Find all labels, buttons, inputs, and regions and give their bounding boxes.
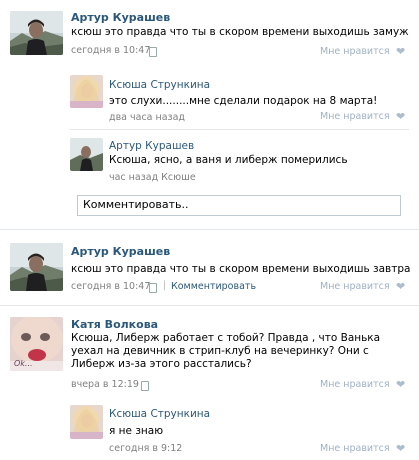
avatar-photo-icon (10, 243, 63, 291)
separator: | (163, 280, 167, 291)
avatar[interactable] (70, 75, 103, 108)
avatar[interactable] (70, 405, 103, 439)
attachment-icon[interactable] (141, 381, 149, 391)
reply-author[interactable]: Ксюша Стрункина (109, 408, 210, 420)
like-button[interactable]: Мне нравится (320, 443, 390, 454)
post-text: ксюш это правда что ты в скором времени … (71, 26, 409, 38)
reply-time[interactable]: сегодня в 9:12 (109, 443, 182, 454)
avatar[interactable] (70, 138, 103, 171)
comment-input[interactable]: Комментировать.. (77, 195, 401, 216)
post-time[interactable]: сегодня в 10:47 (71, 45, 150, 56)
heart-icon[interactable]: ❤ (396, 281, 410, 292)
like-button[interactable]: Мне нравится (320, 46, 390, 57)
attachment-icon[interactable] (149, 283, 157, 293)
reply-text: я не знаю (109, 425, 164, 437)
reply-author[interactable]: Ксюша Стрункина (109, 79, 210, 91)
heart-icon[interactable]: ❤ (396, 111, 410, 122)
like-button[interactable]: Мне нравится (320, 281, 390, 292)
attachment-icon[interactable] (149, 47, 157, 57)
post-time[interactable]: сегодня в 10:47 (71, 281, 150, 292)
divider (0, 305, 419, 306)
avatar[interactable] (10, 243, 63, 291)
avatar[interactable]: Ok... (10, 317, 63, 371)
avatar-photo-icon (70, 405, 103, 439)
post-author[interactable]: Артур Курашев (71, 245, 170, 258)
like-button[interactable]: Мне нравится (320, 379, 390, 390)
reply-text: это слухи........мне сделали подарок на … (109, 95, 378, 107)
reply-text: Ксюша, ясно, а ваня и либерж померились (109, 154, 348, 166)
avatar-photo-icon (70, 75, 103, 108)
avatar-photo-icon (70, 138, 103, 171)
heart-icon[interactable]: ❤ (396, 46, 410, 57)
heart-icon[interactable]: ❤ (396, 379, 410, 390)
avatar-photo-icon (10, 11, 63, 55)
like-button[interactable]: Мне нравится (320, 111, 390, 122)
avatar[interactable] (10, 11, 63, 55)
reply-time[interactable]: два часа назад (109, 112, 185, 123)
post-author[interactable]: Артур Курашев (71, 11, 170, 24)
reply-author[interactable]: Артур Курашев (109, 140, 194, 152)
post-text: Ксюша, Либерж работает с тобой? Правда ,… (71, 332, 381, 370)
divider (70, 129, 409, 130)
post-time[interactable]: вчера в 12:19 (71, 379, 139, 390)
reply-time[interactable]: час назад Ксюше (109, 172, 196, 183)
post-text: ксюш это правда что ты в скором времени … (71, 263, 411, 275)
heart-icon[interactable]: ❤ (396, 443, 410, 454)
divider (0, 229, 419, 230)
post-author[interactable]: Катя Волкова (71, 318, 158, 331)
avatar-caption: Ok... (14, 359, 33, 368)
comment-link[interactable]: Комментировать (171, 281, 256, 292)
